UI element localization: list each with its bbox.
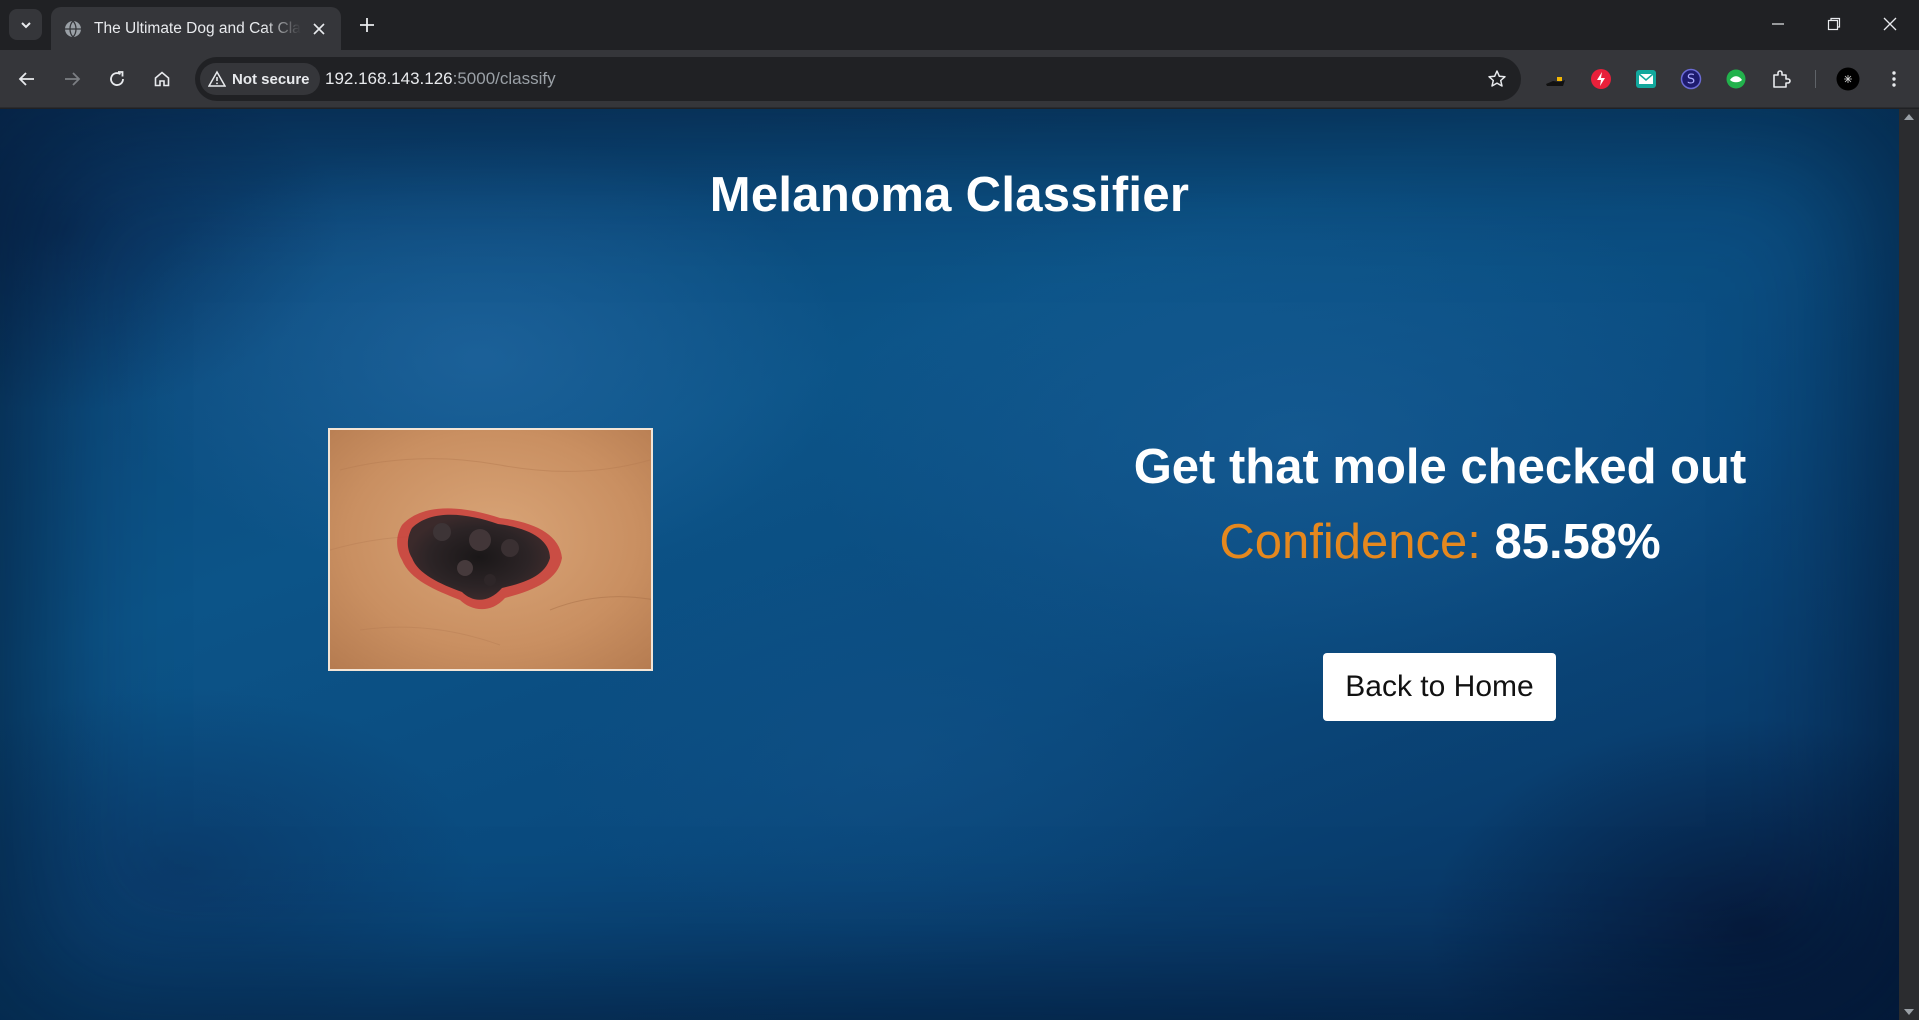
url-text[interactable]: 192.168.143.126:5000/classify	[325, 57, 556, 101]
tab-search-button[interactable]	[9, 9, 42, 40]
extension-button-1[interactable]	[1543, 67, 1567, 91]
page-title: Melanoma Classifier	[709, 168, 1190, 222]
more-vert-icon	[1892, 71, 1896, 87]
uploaded-mole-image	[328, 428, 653, 671]
home-button[interactable]	[146, 63, 178, 95]
classification-result: Get that mole checked out	[1133, 440, 1747, 494]
restore-button[interactable]	[1806, 0, 1862, 48]
extension-button-4[interactable]: S	[1679, 67, 1703, 91]
star-icon	[1488, 70, 1506, 87]
extensions-menu-button[interactable]	[1769, 67, 1793, 91]
extension-button-5[interactable]	[1724, 67, 1748, 91]
confidence-line: Confidence: 85.58%	[1085, 514, 1795, 570]
confidence-label: Confidence:	[1219, 515, 1495, 569]
reload-icon	[110, 71, 124, 86]
tab-title: The Ultimate Dog and Cat Classifier	[94, 19, 301, 37]
profile-button[interactable]	[1836, 67, 1860, 91]
puzzle-icon	[1773, 70, 1791, 88]
extension-icon	[1546, 77, 1565, 86]
close-window-button[interactable]	[1862, 0, 1918, 48]
bookmark-button[interactable]	[1485, 67, 1509, 91]
back-arrow-icon	[18, 72, 34, 86]
tab-strip: The Ultimate Dog and Cat Classifier	[0, 0, 1919, 50]
scroll-down-arrow-icon[interactable]	[1904, 1009, 1914, 1015]
extension-button-2[interactable]	[1589, 67, 1613, 91]
url-host: 192.168.143.126	[325, 69, 453, 88]
close-icon	[313, 22, 325, 35]
forward-button[interactable]	[56, 63, 88, 95]
page-scrollbar[interactable]	[1899, 109, 1919, 1020]
green-extension-icon	[1726, 69, 1746, 89]
warning-icon	[208, 70, 226, 87]
browser-menu-button[interactable]	[1882, 67, 1906, 91]
plus-icon	[360, 18, 374, 32]
forward-arrow-icon	[65, 72, 81, 86]
security-label: Not secure	[232, 70, 310, 88]
security-chip[interactable]: Not secure	[200, 63, 320, 95]
toolbar-separator	[1815, 70, 1816, 88]
minimize-button[interactable]	[1750, 0, 1806, 48]
extension-button-3[interactable]	[1634, 67, 1658, 91]
page-viewport: Melanoma Classifier Get that mole checke…	[0, 109, 1899, 1020]
s-extension-icon: S	[1680, 68, 1702, 90]
address-bar[interactable]: Not secure 192.168.143.126:5000/classify	[195, 57, 1521, 101]
close-icon	[1883, 17, 1897, 31]
reload-button[interactable]	[101, 63, 133, 95]
new-tab-button[interactable]	[353, 11, 381, 39]
scroll-up-arrow-icon[interactable]	[1904, 114, 1914, 120]
browser-toolbar: Not secure 192.168.143.126:5000/classify…	[0, 50, 1919, 108]
home-icon	[154, 71, 170, 87]
back-to-home-button[interactable]: Back to Home	[1323, 653, 1556, 721]
back-button[interactable]	[11, 63, 43, 95]
restore-icon	[1827, 17, 1841, 31]
browser-tab[interactable]: The Ultimate Dog and Cat Classifier	[51, 7, 341, 50]
globe-icon	[65, 20, 81, 37]
chevron-down-icon	[20, 21, 31, 28]
minimize-icon	[1772, 23, 1784, 25]
svg-text:S: S	[1687, 73, 1695, 88]
url-path: :5000/classify	[452, 69, 556, 88]
mole-photo	[330, 430, 651, 669]
profile-avatar	[1836, 67, 1860, 91]
confidence-value: 85.58%	[1494, 515, 1661, 569]
mail-extension-icon	[1636, 70, 1656, 88]
lightning-extension-icon	[1591, 69, 1611, 89]
close-tab-button[interactable]	[309, 19, 329, 39]
